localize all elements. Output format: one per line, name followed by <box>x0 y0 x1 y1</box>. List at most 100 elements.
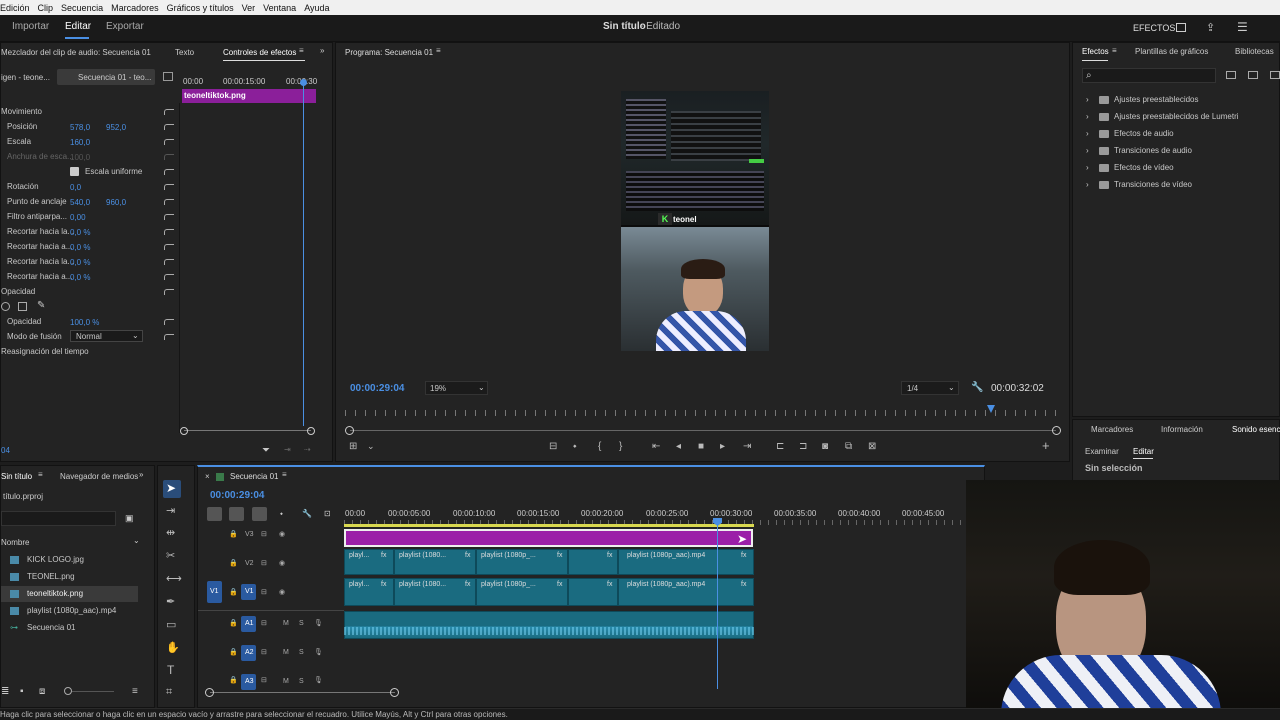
zoom-handle-right[interactable] <box>307 427 315 435</box>
tab-marcadores[interactable]: Marcadores <box>1091 425 1133 434</box>
ripple-edit-tool-icon[interactable]: ⇹ <box>166 526 175 539</box>
chevron-right-icon[interactable]: › <box>1086 95 1089 104</box>
camera-icon[interactable]: ◙ <box>822 441 828 452</box>
lock-icon[interactable]: 🔒 <box>229 619 238 627</box>
new-bin-icon[interactable]: ▣ <box>125 513 134 524</box>
caption-tool-icon[interactable]: ⌗ <box>166 686 172 699</box>
video-clip[interactable]: fx <box>568 578 618 606</box>
effects-item-audio-transitions[interactable]: Transiciones de audio <box>1114 146 1192 155</box>
sync-lock-icon[interactable]: ⊟ <box>261 530 267 538</box>
selection-tool-icon[interactable]: ➤ <box>166 481 176 495</box>
recortar-2-value[interactable]: 0,0 % <box>70 243 90 252</box>
effects-item-video-effects[interactable]: Efectos de vídeo <box>1114 163 1174 172</box>
mute-button[interactable]: M <box>283 678 289 685</box>
recortar-1-value[interactable]: 0,0 % <box>70 228 90 237</box>
panel-menu-icon[interactable]: ≡ <box>436 46 441 55</box>
chevron-right-icon[interactable]: › <box>1086 163 1089 172</box>
expand-icon[interactable]: » <box>139 470 143 479</box>
zoom-slider-handle[interactable] <box>64 687 72 695</box>
freeform-view-icon[interactable]: ⧈ <box>39 686 45 697</box>
mark-out-icon[interactable]: } <box>619 441 622 452</box>
video-preview[interactable]: K teonel <box>621 91 769 351</box>
project-item-playlist[interactable]: playlist (1080p_aac).mp4 <box>27 606 116 615</box>
go-to-in-icon[interactable]: ⇤ <box>652 441 660 452</box>
effects-item-presets[interactable]: Ajustes preestablecidos <box>1114 95 1199 104</box>
zoom-select[interactable]: 19% ⌄ <box>425 381 488 395</box>
reset-icon[interactable] <box>164 214 174 220</box>
escala-value[interactable]: 160,0 <box>70 138 90 147</box>
reset-icon[interactable] <box>164 289 174 295</box>
menu-secuencia[interactable]: Secuencia <box>61 3 103 13</box>
track-label-v3[interactable]: V3 <box>245 531 254 538</box>
anclaje-x[interactable]: 540,0 <box>70 198 90 207</box>
mic-icon[interactable]: 🎙 <box>314 648 323 656</box>
program-timecode[interactable]: 00:00:29:04 <box>350 383 404 394</box>
panel-layout-icon[interactable] <box>1176 23 1186 32</box>
video-clip[interactable]: playlist (1080p_... fx <box>476 549 568 575</box>
linked-selection-icon[interactable] <box>252 507 267 521</box>
effects-item-lumetri[interactable]: Ajustes preestablecidos de Lumetri <box>1114 112 1239 121</box>
menu-graficos[interactable]: Gráficos y títulos <box>167 3 234 13</box>
mic-icon[interactable]: 🎙 <box>314 619 323 627</box>
lift-icon[interactable]: ⊟ <box>549 441 557 452</box>
reset-icon[interactable] <box>164 229 174 235</box>
go-to-out-icon[interactable]: ⇥ <box>743 441 751 452</box>
pen-tool-icon[interactable]: ✒ <box>166 595 175 608</box>
timeline-playhead[interactable] <box>717 519 718 689</box>
panel-menu-icon[interactable]: ≡ <box>38 470 43 479</box>
sync-lock-icon[interactable]: ⊟ <box>261 559 267 567</box>
share-icon[interactable]: ⇪ <box>1206 21 1215 34</box>
panel-menu-icon[interactable]: ≡ <box>132 686 138 697</box>
sync-lock-icon[interactable]: ⊟ <box>261 676 267 684</box>
rotacion-value[interactable]: 0,0 <box>70 183 81 192</box>
tab-audio-mixer[interactable]: Mezclador del clip de audio: Secuencia 0… <box>1 48 151 57</box>
filter-icon[interactable]: ⏷ <box>262 445 270 456</box>
project-item-teoneltiktok[interactable]: teoneltiktok.png <box>27 589 83 598</box>
compare-icon[interactable]: ⧉ <box>845 441 852 452</box>
reset-icon[interactable] <box>164 199 174 205</box>
zoom-handle-left[interactable] <box>180 427 188 435</box>
mark-in-icon[interactable]: { <box>598 441 601 452</box>
timeline-timecode[interactable]: 00:00:29:04 <box>210 490 264 501</box>
razor-tool-icon[interactable]: ✂ <box>166 549 175 562</box>
solo-button[interactable]: S <box>299 678 304 685</box>
menu-ventana[interactable]: Ventana <box>263 3 296 13</box>
uniform-scale-checkbox[interactable] <box>70 167 79 176</box>
mic-icon[interactable]: 🎙 <box>314 676 323 684</box>
video-clip[interactable]: playlist (1080... fx <box>394 549 476 575</box>
reset-icon[interactable] <box>164 259 174 265</box>
mute-button[interactable]: M <box>283 649 289 656</box>
tab-sonido-esencial[interactable]: Sonido esencial <box>1232 425 1280 434</box>
overwrite-icon[interactable]: ⊐ <box>799 441 807 452</box>
marker-icon[interactable]: ⬩ <box>573 441 577 452</box>
zoom-scrollbar[interactable] <box>184 430 311 431</box>
solo-button[interactable]: S <box>299 649 304 656</box>
reset-icon[interactable] <box>164 124 174 130</box>
panel-menu-icon[interactable]: ≡ <box>1112 46 1117 55</box>
mute-button[interactable]: M <box>283 620 289 627</box>
scroll-handle-left[interactable] <box>205 688 214 697</box>
posicion-x[interactable]: 578,0 <box>70 123 90 132</box>
quality-select[interactable]: 1/4 ⌄ <box>901 381 959 395</box>
timeline-scrollbar[interactable] <box>210 692 395 693</box>
stop-icon[interactable]: ■ <box>698 441 704 452</box>
project-search-input[interactable] <box>1 511 116 526</box>
anclaje-y[interactable]: 960,0 <box>106 198 126 207</box>
sync-lock-icon[interactable]: ⊟ <box>261 619 267 627</box>
lock-icon[interactable]: 🔒 <box>229 648 238 656</box>
video-clip[interactable]: playl... fx <box>344 549 394 575</box>
tab-efectos[interactable]: Efectos <box>1082 47 1109 56</box>
posicion-y[interactable]: 952,0 <box>106 123 126 132</box>
tab-texto[interactable]: Texto <box>175 48 194 57</box>
tab-examinar[interactable]: Examinar <box>1085 447 1119 456</box>
project-item-teonel[interactable]: TEONEL.png <box>27 572 75 581</box>
effect-playhead-handle[interactable] <box>300 79 307 86</box>
clip-bar[interactable]: teoneltiktok.png <box>182 89 316 103</box>
column-name[interactable]: Nombre <box>1 538 29 547</box>
track-select-tool-icon[interactable]: ⇥ <box>166 504 175 517</box>
pen-mask-icon[interactable]: ✎ <box>37 300 45 311</box>
step-back-icon[interactable]: ◂ <box>676 441 681 452</box>
sync-lock-icon[interactable]: ⊟ <box>261 648 267 656</box>
recortar-4-value[interactable]: 0,0 % <box>70 273 90 282</box>
video-clip[interactable]: playlist (1080p_aac).mp4 fx <box>618 549 754 575</box>
